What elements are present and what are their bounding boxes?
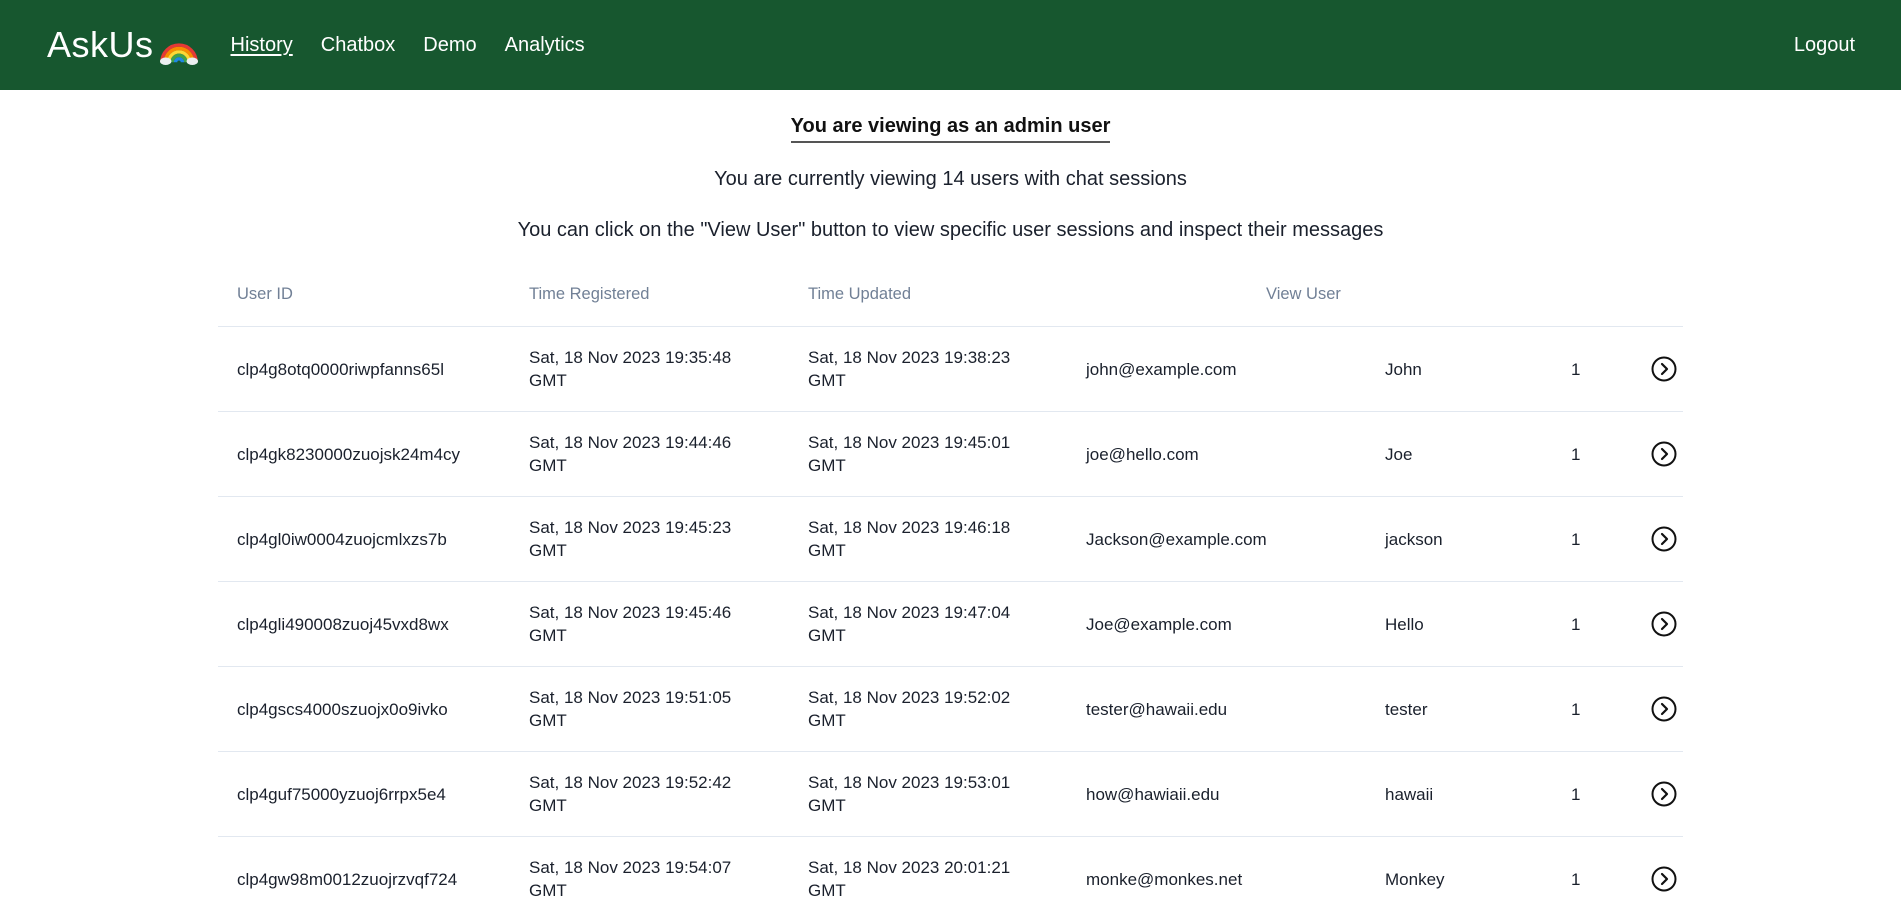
main-content: You are viewing as an admin user You are… xyxy=(0,90,1901,242)
cell-view-user xyxy=(1651,581,1683,667)
nav-link-analytics[interactable]: Analytics xyxy=(505,34,585,57)
cell-name: Hello xyxy=(1385,581,1571,667)
admin-heading: You are viewing as an admin user xyxy=(790,115,1111,143)
header-view-user: View User xyxy=(1086,285,1683,327)
cell-time-updated: Sat, 18 Nov 2023 20:01:21 GMT xyxy=(808,836,1086,906)
instruction-text: You can click on the "View User" button … xyxy=(517,219,1384,241)
cell-view-user xyxy=(1651,666,1683,752)
table-row: clp4gk8230000zuojsk24m4cy Sat, 18 Nov 20… xyxy=(218,411,1683,497)
chevron-right-circle-icon[interactable] xyxy=(1651,696,1677,722)
cell-name: jackson xyxy=(1385,496,1571,582)
header-time-updated: Time Updated xyxy=(808,285,1086,327)
chevron-right-circle-icon[interactable] xyxy=(1651,356,1677,382)
cell-user-id: clp4gw98m0012zuojrzvqf724 xyxy=(218,836,529,906)
cell-email: monke@monkes.net xyxy=(1086,836,1385,906)
cell-time-updated: Sat, 18 Nov 2023 19:45:01 GMT xyxy=(808,411,1086,497)
cell-time-registered: Sat, 18 Nov 2023 19:45:23 GMT xyxy=(529,496,808,582)
table-row: clp4g8otq0000riwpfanns65l Sat, 18 Nov 20… xyxy=(218,326,1683,412)
chevron-right-circle-icon[interactable] xyxy=(1651,441,1677,467)
nav-link-history[interactable]: History xyxy=(231,34,293,57)
cell-email: Jackson@example.com xyxy=(1086,496,1385,582)
cell-name: tester xyxy=(1385,666,1571,752)
cell-name: hawaii xyxy=(1385,751,1571,837)
cell-session-count: 1 xyxy=(1571,836,1651,906)
cell-email: joe@hello.com xyxy=(1086,411,1385,497)
cell-user-id: clp4g8otq0000riwpfanns65l xyxy=(218,326,529,412)
cell-view-user xyxy=(1651,836,1683,906)
cell-time-updated: Sat, 18 Nov 2023 19:38:23 GMT xyxy=(808,326,1086,412)
cell-time-updated: Sat, 18 Nov 2023 19:52:02 GMT xyxy=(808,666,1086,752)
chevron-right-circle-icon[interactable] xyxy=(1651,781,1677,807)
cell-session-count: 1 xyxy=(1571,411,1651,497)
cell-session-count: 1 xyxy=(1571,326,1651,412)
table-row: clp4gscs4000szuojx0o9ivko Sat, 18 Nov 20… xyxy=(218,666,1683,752)
cell-user-id: clp4gk8230000zuojsk24m4cy xyxy=(218,411,529,497)
header-time-registered: Time Registered xyxy=(529,285,808,327)
cell-user-id: clp4gli490008zuoj45vxd8wx xyxy=(218,581,529,667)
table-row: clp4gli490008zuoj45vxd8wx Sat, 18 Nov 20… xyxy=(218,581,1683,667)
nav-links: History Chatbox Demo Analytics xyxy=(231,34,613,57)
table-header-row: User ID Time Registered Time Updated Vie… xyxy=(218,285,1683,327)
cell-name: Joe xyxy=(1385,411,1571,497)
cell-time-registered: Sat, 18 Nov 2023 19:35:48 GMT xyxy=(529,326,808,412)
nav-link-chatbox[interactable]: Chatbox xyxy=(321,34,396,57)
cell-session-count: 1 xyxy=(1571,496,1651,582)
nav-link-demo[interactable]: Demo xyxy=(423,34,476,57)
cell-user-id: clp4guf75000yzuoj6rrpx5e4 xyxy=(218,751,529,837)
cell-time-registered: Sat, 18 Nov 2023 19:52:42 GMT xyxy=(529,751,808,837)
table-body: clp4g8otq0000riwpfanns65l Sat, 18 Nov 20… xyxy=(218,326,1683,906)
cell-name: John xyxy=(1385,326,1571,412)
logout-link[interactable]: Logout xyxy=(1794,34,1855,57)
users-table: User ID Time Registered Time Updated Vie… xyxy=(218,285,1683,906)
brand-logo[interactable]: AskUs xyxy=(47,24,198,66)
cell-time-updated: Sat, 18 Nov 2023 19:47:04 GMT xyxy=(808,581,1086,667)
cell-time-registered: Sat, 18 Nov 2023 19:51:05 GMT xyxy=(529,666,808,752)
chevron-right-circle-icon[interactable] xyxy=(1651,866,1677,892)
cell-user-id: clp4gscs4000szuojx0o9ivko xyxy=(218,666,529,752)
cell-session-count: 1 xyxy=(1571,581,1651,667)
cell-time-updated: Sat, 18 Nov 2023 19:46:18 GMT xyxy=(808,496,1086,582)
chevron-right-circle-icon[interactable] xyxy=(1651,611,1677,637)
user-count-text: You are currently viewing 14 users with … xyxy=(714,168,1187,190)
chevron-right-circle-icon[interactable] xyxy=(1651,526,1677,552)
header-user-id: User ID xyxy=(218,285,529,327)
cell-email: john@example.com xyxy=(1086,326,1385,412)
table-row: clp4guf75000yzuoj6rrpx5e4 Sat, 18 Nov 20… xyxy=(218,751,1683,837)
top-navbar: AskUs History Chatbox Demo Analytics Log… xyxy=(0,0,1901,90)
cell-session-count: 1 xyxy=(1571,666,1651,752)
table-row: clp4gw98m0012zuojrzvqf724 Sat, 18 Nov 20… xyxy=(218,836,1683,906)
cell-time-registered: Sat, 18 Nov 2023 19:54:07 GMT xyxy=(529,836,808,906)
cell-email: tester@hawaii.edu xyxy=(1086,666,1385,752)
table-row: clp4gl0iw0004zuojcmlxzs7b Sat, 18 Nov 20… xyxy=(218,496,1683,582)
brand-name: AskUs xyxy=(47,24,154,65)
cell-email: how@hawiaii.edu xyxy=(1086,751,1385,837)
cell-name: Monkey xyxy=(1385,836,1571,906)
users-table-container: User ID Time Registered Time Updated Vie… xyxy=(218,285,1683,906)
cell-session-count: 1 xyxy=(1571,751,1651,837)
cell-user-id: clp4gl0iw0004zuojcmlxzs7b xyxy=(218,496,529,582)
cell-time-registered: Sat, 18 Nov 2023 19:45:46 GMT xyxy=(529,581,808,667)
cell-time-registered: Sat, 18 Nov 2023 19:44:46 GMT xyxy=(529,411,808,497)
cell-time-updated: Sat, 18 Nov 2023 19:53:01 GMT xyxy=(808,751,1086,837)
cell-email: Joe@example.com xyxy=(1086,581,1385,667)
cell-view-user xyxy=(1651,751,1683,837)
cell-view-user xyxy=(1651,411,1683,497)
rainbow-icon xyxy=(159,43,198,66)
cell-view-user xyxy=(1651,496,1683,582)
cell-view-user xyxy=(1651,326,1683,412)
